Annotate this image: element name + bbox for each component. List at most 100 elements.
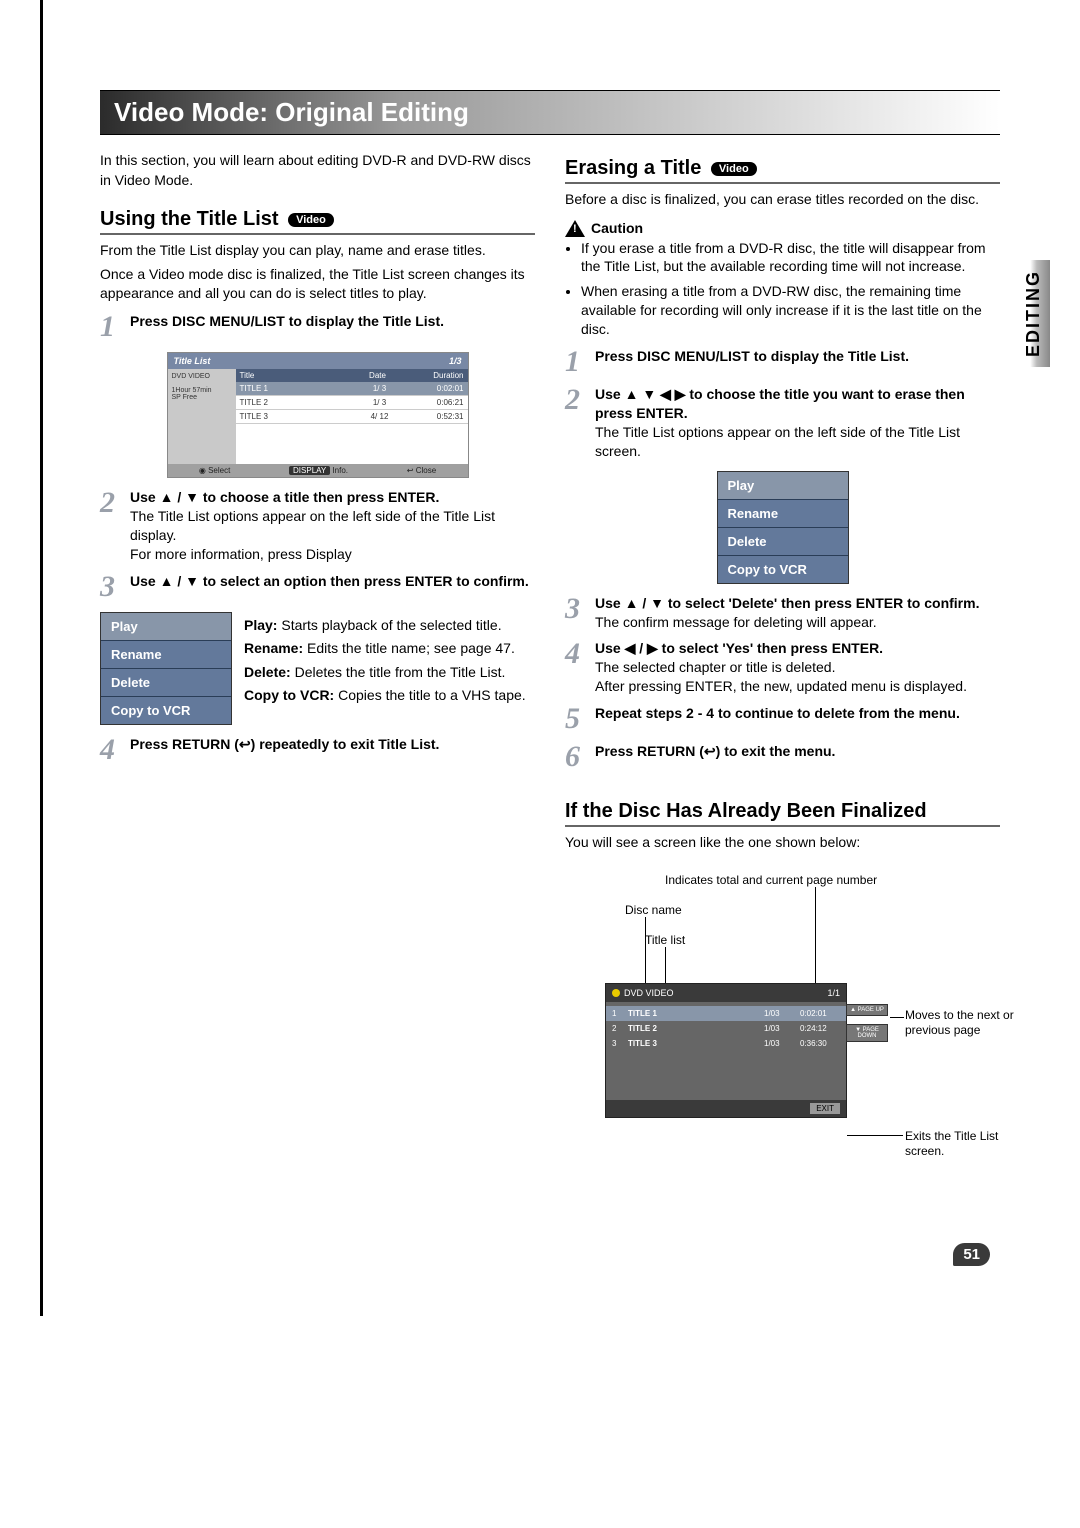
desc-copy: Copies the title to a VHS tape.	[334, 687, 525, 703]
row-title: TITLE 3	[240, 412, 352, 421]
section-tab: EDITING	[1017, 260, 1050, 367]
row-date: 1/03	[764, 1009, 794, 1018]
row-date: 1/03	[764, 1024, 794, 1033]
step-4b-text: The selected chapter or title is deleted…	[595, 658, 1000, 677]
step-4c-text: After pressing ENTER, the new, updated m…	[595, 677, 1000, 696]
dvd-label: DVD VIDEO	[624, 988, 674, 998]
row-title: TITLE 3	[628, 1039, 758, 1048]
dvd-page: 1/1	[827, 988, 840, 998]
row-dur: 0:24:12	[800, 1024, 840, 1033]
exit-button[interactable]: EXIT	[810, 1103, 840, 1114]
step-2c-text: For more information, press Display	[130, 545, 535, 564]
page-number: 51	[60, 1243, 990, 1266]
row-dur: 0:52:31	[408, 412, 464, 421]
page-title: Video Mode: Original Editing	[100, 90, 1000, 135]
step-5-text: Repeat steps 2 - 4 to continue to delete…	[595, 705, 960, 721]
step-number-1: 1	[565, 347, 589, 377]
title-options-menu: Play Rename Delete Copy to VCR	[100, 612, 232, 725]
step-number-2: 2	[565, 385, 589, 415]
callout-exit: Exits the Title List screen.	[905, 1129, 1005, 1160]
step-number-5: 5	[565, 704, 589, 734]
caution-label: Caution	[591, 220, 643, 236]
title-list-page: 1/3	[449, 356, 462, 366]
step-6-text: Press RETURN (↩) to exit the menu.	[595, 743, 835, 759]
step-number-6: 6	[565, 742, 589, 772]
step-4-text: Press RETURN (↩) repeatedly to exit Titl…	[130, 736, 439, 752]
callout-disc-name: Disc name	[625, 903, 682, 919]
desc-rename: Edits the title name; see page 47.	[303, 640, 515, 656]
caution-icon	[565, 220, 585, 237]
foot-select: Select	[208, 466, 230, 475]
desc-delete: Deletes the title from the Title List.	[291, 664, 506, 680]
step-number-1: 1	[100, 312, 124, 342]
body-text: From the Title List display you can play…	[100, 241, 535, 261]
callout-move: Moves to the next or previous page	[905, 1008, 1015, 1039]
caution-bullet: When erasing a title from a DVD-RW disc,…	[581, 282, 1000, 339]
step-2b-text: The Title List options appear on the lef…	[595, 423, 1000, 461]
step-2-text: Use ▲ ▼ ◀ ▶ to choose the title you want…	[595, 386, 965, 421]
title-row[interactable]: TITLE 1 1/ 3 0:02:01	[236, 382, 468, 396]
option-copy-to-vcr[interactable]: Copy to VCR	[101, 697, 231, 724]
page-up-button[interactable]: ▲ PAGE UP	[846, 1004, 888, 1016]
option-rename[interactable]: Rename	[101, 641, 231, 669]
callout-total: Indicates total and current page number	[665, 873, 877, 889]
option-delete[interactable]: Delete	[718, 528, 848, 556]
body-text: Once a Video mode disc is finalized, the…	[100, 265, 535, 304]
step-1-text: Press DISC MENU/LIST to display the Titl…	[130, 313, 444, 329]
title-row[interactable]: TITLE 2 1/ 3 0:06:21	[236, 396, 468, 410]
foot-info: Info.	[332, 466, 348, 475]
title-row[interactable]: TITLE 3 4/ 12 0:52:31	[236, 410, 468, 424]
intro-text: In this section, you will learn about ed…	[100, 151, 535, 190]
video-badge: Video	[711, 162, 757, 176]
desc-delete-label: Delete:	[244, 664, 291, 680]
row-dur: 0:36:30	[800, 1039, 840, 1048]
section-heading-using-title-list: Using the Title List Video	[100, 208, 535, 235]
video-badge: Video	[288, 213, 334, 227]
disc-icon	[612, 989, 620, 997]
option-copy-to-vcr[interactable]: Copy to VCR	[718, 556, 848, 583]
step-2b-text: The Title List options appear on the lef…	[130, 507, 535, 545]
row-date: 1/ 3	[352, 384, 408, 393]
option-play[interactable]: Play	[101, 613, 231, 641]
page-down-button[interactable]: ▼ PAGE DOWN	[846, 1024, 888, 1042]
row-dur: 0:02:01	[408, 384, 464, 393]
row-num: 3	[612, 1039, 622, 1048]
row-date: 4/ 12	[352, 412, 408, 421]
col-date: Date	[348, 369, 408, 382]
rec-mode-label: SP Free	[172, 394, 232, 401]
option-play[interactable]: Play	[718, 472, 848, 500]
body-text: You will see a screen like the one shown…	[565, 833, 1000, 853]
finalized-disc-screen: DVD VIDEO 1/1 1 TITLE 1 1/03 0:02:01 2 T…	[605, 983, 847, 1118]
foot-display[interactable]: DISPLAY	[289, 466, 330, 475]
dvd-title-row[interactable]: 2 TITLE 2 1/03 0:24:12	[606, 1021, 846, 1036]
desc-copy-label: Copy to VCR:	[244, 687, 334, 703]
col-duration: Duration	[408, 369, 468, 382]
heading-text: Erasing a Title	[565, 157, 701, 179]
row-title: TITLE 2	[240, 398, 352, 407]
row-dur: 0:02:01	[800, 1009, 840, 1018]
row-num: 1	[612, 1009, 622, 1018]
row-title: TITLE 1	[240, 384, 352, 393]
row-title: TITLE 1	[628, 1009, 758, 1018]
caution-bullet: If you erase a title from a DVD-R disc, …	[581, 239, 1000, 277]
title-list-screen: Title List 1/3 DVD VIDEO 1Hour 57min SP …	[167, 352, 469, 478]
desc-play: Starts playback of the selected title.	[277, 617, 501, 633]
step-3-text: Use ▲ / ▼ to select 'Delete' then press …	[595, 595, 979, 611]
option-rename[interactable]: Rename	[718, 500, 848, 528]
row-dur: 0:06:21	[408, 398, 464, 407]
foot-close: Close	[416, 466, 436, 475]
option-delete[interactable]: Delete	[101, 669, 231, 697]
step-number-4: 4	[100, 735, 124, 765]
dvd-title-row[interactable]: 3 TITLE 3 1/03 0:36:30	[606, 1036, 846, 1051]
disc-type-label: DVD VIDEO	[172, 373, 232, 380]
dvd-title-row[interactable]: 1 TITLE 1 1/03 0:02:01	[606, 1006, 846, 1021]
row-date: 1/ 3	[352, 398, 408, 407]
col-title: Title	[236, 369, 348, 382]
row-title: TITLE 2	[628, 1024, 758, 1033]
step-2-text: Use ▲ / ▼ to choose a title then press E…	[130, 489, 439, 505]
step-number-3: 3	[565, 594, 589, 624]
step-number-3: 3	[100, 572, 124, 602]
step-3-text: Use ▲ / ▼ to select an option then press…	[130, 573, 529, 589]
row-date: 1/03	[764, 1039, 794, 1048]
heading-text: Using the Title List	[100, 208, 279, 230]
